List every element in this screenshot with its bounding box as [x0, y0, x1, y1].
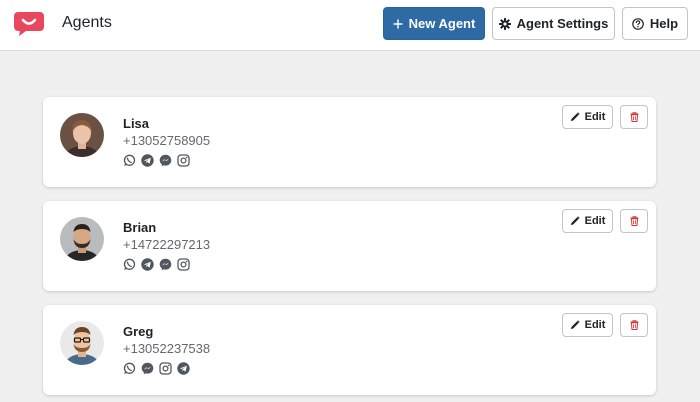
- delete-button[interactable]: [620, 313, 648, 337]
- agent-name: Brian: [123, 220, 157, 235]
- telegram-icon: [141, 258, 154, 271]
- question-circle-icon: [632, 17, 644, 30]
- agent-phone: +13052237538: [123, 341, 211, 356]
- brand-logo-icon[interactable]: [13, 10, 45, 36]
- whatsapp-icon: [123, 362, 136, 374]
- whatsapp-icon: [123, 258, 136, 270]
- pencil-icon: [570, 216, 580, 225]
- avatar: [60, 321, 104, 365]
- agent-name: Greg: [123, 324, 154, 339]
- agent-phone: +14722297213: [123, 237, 211, 252]
- agent-card: Lisa +13052758905 Edit: [43, 97, 656, 187]
- whatsapp-icon: [123, 154, 136, 166]
- new-agent-label: New Agent: [408, 16, 476, 31]
- instagram-icon: [177, 258, 190, 271]
- new-agent-button[interactable]: New Agent: [383, 7, 485, 40]
- avatar: [60, 217, 104, 261]
- avatar: [60, 113, 104, 157]
- telegram-icon: [177, 362, 190, 375]
- agent-card: Brian +14722297213 Edit: [43, 201, 656, 291]
- edit-button[interactable]: Edit: [562, 209, 613, 233]
- channel-icons: [123, 154, 190, 167]
- trash-icon: [630, 216, 638, 226]
- agent-settings-label: Agent Settings: [516, 16, 609, 31]
- instagram-icon: [159, 362, 172, 375]
- help-label: Help: [649, 16, 679, 31]
- pencil-icon: [570, 320, 580, 329]
- instagram-icon: [177, 154, 190, 167]
- edit-button[interactable]: Edit: [562, 313, 613, 337]
- delete-button[interactable]: [620, 105, 648, 129]
- trash-icon: [630, 112, 638, 122]
- pencil-icon: [570, 112, 580, 121]
- gear-icon: [498, 17, 511, 30]
- delete-button[interactable]: [620, 209, 648, 233]
- agent-card: Greg +13052237538 Edit: [43, 305, 656, 395]
- agent-settings-button[interactable]: Agent Settings: [492, 7, 615, 40]
- edit-label: Edit: [584, 111, 606, 123]
- edit-label: Edit: [584, 215, 606, 227]
- edit-button[interactable]: Edit: [562, 105, 613, 129]
- telegram-icon: [141, 154, 154, 167]
- agent-name: Lisa: [123, 116, 150, 131]
- plus-icon: [393, 19, 403, 28]
- messenger-icon: [159, 154, 172, 167]
- top-bar: Agents New Agent Agent Settings Help: [0, 0, 700, 51]
- channel-icons: [123, 362, 190, 375]
- trash-icon: [630, 320, 638, 330]
- agent-phone: +13052758905: [123, 133, 211, 148]
- page-title: Agents: [62, 14, 112, 31]
- edit-label: Edit: [584, 319, 606, 331]
- channel-icons: [123, 258, 190, 271]
- help-button[interactable]: Help: [622, 7, 688, 40]
- messenger-icon: [159, 258, 172, 271]
- messenger-icon: [141, 362, 154, 375]
